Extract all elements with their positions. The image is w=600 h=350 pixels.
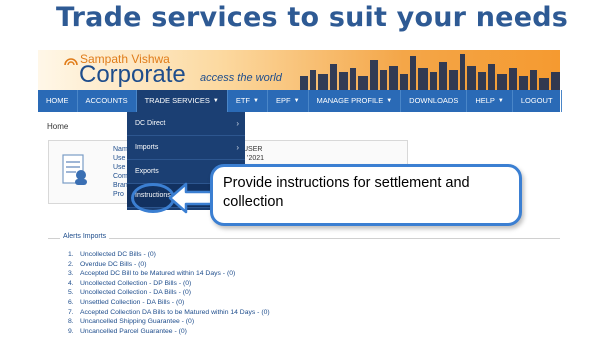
nav-help-label: HELP bbox=[475, 96, 495, 105]
alert-link[interactable]: Accepted DC Bill to be Matured within 14… bbox=[80, 270, 235, 280]
breadcrumb: Home bbox=[47, 122, 69, 131]
brand-tagline: access the world bbox=[200, 72, 282, 84]
nav-home[interactable]: HOME bbox=[38, 90, 78, 112]
profile-label-user-2: Use bbox=[113, 164, 126, 171]
sun-logo-icon bbox=[64, 58, 78, 66]
profile-label-profile: Pro bbox=[113, 191, 124, 198]
alert-link[interactable]: Uncollected Collection - DP Bills - (0) bbox=[80, 280, 191, 290]
chevron-down-icon: ▼ bbox=[253, 98, 259, 104]
menu-item-imports[interactable]: Imports › bbox=[127, 136, 245, 160]
alert-number: 9. bbox=[68, 327, 74, 335]
alert-number: 8. bbox=[68, 318, 74, 326]
profile-label-company: Com bbox=[113, 173, 128, 180]
alert-number: 5. bbox=[68, 289, 74, 297]
product-name: Corporate bbox=[79, 61, 186, 88]
nav-help[interactable]: HELP ▼ bbox=[467, 90, 513, 112]
alert-number: 4. bbox=[68, 279, 74, 287]
chevron-right-icon: › bbox=[236, 119, 239, 128]
alert-link[interactable]: Overdue DC Bills - (0) bbox=[80, 261, 146, 271]
menu-item-dc-direct[interactable]: DC Direct › bbox=[127, 112, 245, 136]
alert-link[interactable]: Unsettled Collection - DA Bills - (0) bbox=[80, 299, 184, 309]
alert-item[interactable]: 7. Accepted Collection DA Bills to be Mat… bbox=[68, 309, 270, 319]
alert-item[interactable]: 1. Uncollected DC Bills - (0) bbox=[68, 251, 270, 261]
chevron-down-icon: ▼ bbox=[386, 98, 393, 104]
alert-item[interactable]: 8. Uncancelled Shipping Guarantee - (0) bbox=[68, 318, 270, 328]
nav-trade-services[interactable]: TRADE SERVICES ▼ bbox=[136, 90, 228, 112]
profile-value-user: USER bbox=[243, 146, 263, 153]
alert-link[interactable]: Uncancelled Parcel Guarantee - (0) bbox=[80, 328, 187, 338]
profile-label-branch: Bran bbox=[113, 182, 128, 189]
alert-number: 1. bbox=[68, 251, 74, 258]
nav-etf[interactable]: ETF ▼ bbox=[228, 90, 268, 112]
alert-item[interactable]: 4. Uncollected Collection - DP Bills - (0… bbox=[68, 280, 270, 290]
nav-trade-services-label: TRADE SERVICES bbox=[144, 96, 210, 105]
alert-number: 7. bbox=[68, 308, 74, 316]
alert-link[interactable]: Uncollected Collection - DA Bills - (0) bbox=[80, 289, 191, 299]
main-nav-bar: HOME ACCOUNTS TRADE SERVICES ▼ ETF ▼ EPF… bbox=[38, 90, 562, 112]
city-skyline-image bbox=[300, 54, 560, 90]
alerts-list: 1. Uncollected DC Bills - (0) 2. Overdue D… bbox=[68, 251, 270, 337]
alert-item[interactable]: 3. Accepted DC Bill to be Matured within … bbox=[68, 270, 270, 280]
nav-etf-label: ETF bbox=[235, 96, 251, 105]
alert-link[interactable]: Uncollected DC Bills - (0) bbox=[80, 251, 156, 261]
alert-item[interactable]: 6. Unsettled Collection - DA Bills - (0) bbox=[68, 299, 270, 309]
nav-downloads[interactable]: DOWNLOADS bbox=[401, 90, 468, 112]
profile-value-date: / ’2021 bbox=[243, 155, 265, 162]
user-document-icon bbox=[62, 154, 87, 185]
alert-number: 2. bbox=[68, 260, 74, 268]
slide-title: Trade services to suit your needs bbox=[56, 2, 569, 33]
alerts-imports-panel: Alerts Imports 1. Uncollected DC Bills - … bbox=[48, 233, 560, 348]
menu-item-label: Imports bbox=[135, 144, 159, 151]
alerts-legend: Alerts Imports bbox=[60, 233, 110, 240]
alert-item[interactable]: 5. Uncollected Collection - DA Bills - (0… bbox=[68, 289, 270, 299]
nav-logout[interactable]: LOGOUT bbox=[513, 90, 562, 112]
instructions-callout: Provide instructions for settlement and … bbox=[210, 164, 522, 226]
chevron-down-icon: ▼ bbox=[293, 98, 300, 104]
menu-item-label: DC Direct bbox=[135, 120, 166, 127]
chevron-right-icon: › bbox=[236, 143, 239, 152]
profile-label-name: Nam bbox=[113, 146, 128, 153]
nav-accounts[interactable]: ACCOUNTS bbox=[78, 90, 137, 112]
profile-label-user: Use bbox=[113, 155, 126, 162]
nav-epf-label: EPF bbox=[275, 96, 291, 105]
chevron-down-icon: ▼ bbox=[212, 98, 219, 104]
alert-item[interactable]: 9. Uncancelled Parcel Guarantee - (0) bbox=[68, 328, 270, 338]
alert-link[interactable]: Uncancelled Shipping Guarantee - (0) bbox=[80, 318, 194, 328]
chevron-down-icon: ▼ bbox=[497, 98, 504, 104]
nav-manage-profile-label: MANAGE PROFILE bbox=[316, 96, 384, 105]
menu-item-label: Exports bbox=[135, 168, 159, 175]
alert-number: 3. bbox=[68, 270, 74, 278]
nav-manage-profile[interactable]: MANAGE PROFILE ▼ bbox=[309, 90, 402, 112]
alert-number: 6. bbox=[68, 298, 74, 306]
header-banner: Sampath Vishwa Corporate access the worl… bbox=[38, 50, 560, 90]
alert-link[interactable]: Accepted Collection DA Bills to be Matur… bbox=[80, 309, 270, 319]
nav-epf[interactable]: EPF ▼ bbox=[268, 90, 309, 112]
alert-item[interactable]: 2. Overdue DC Bills - (0) bbox=[68, 261, 270, 271]
